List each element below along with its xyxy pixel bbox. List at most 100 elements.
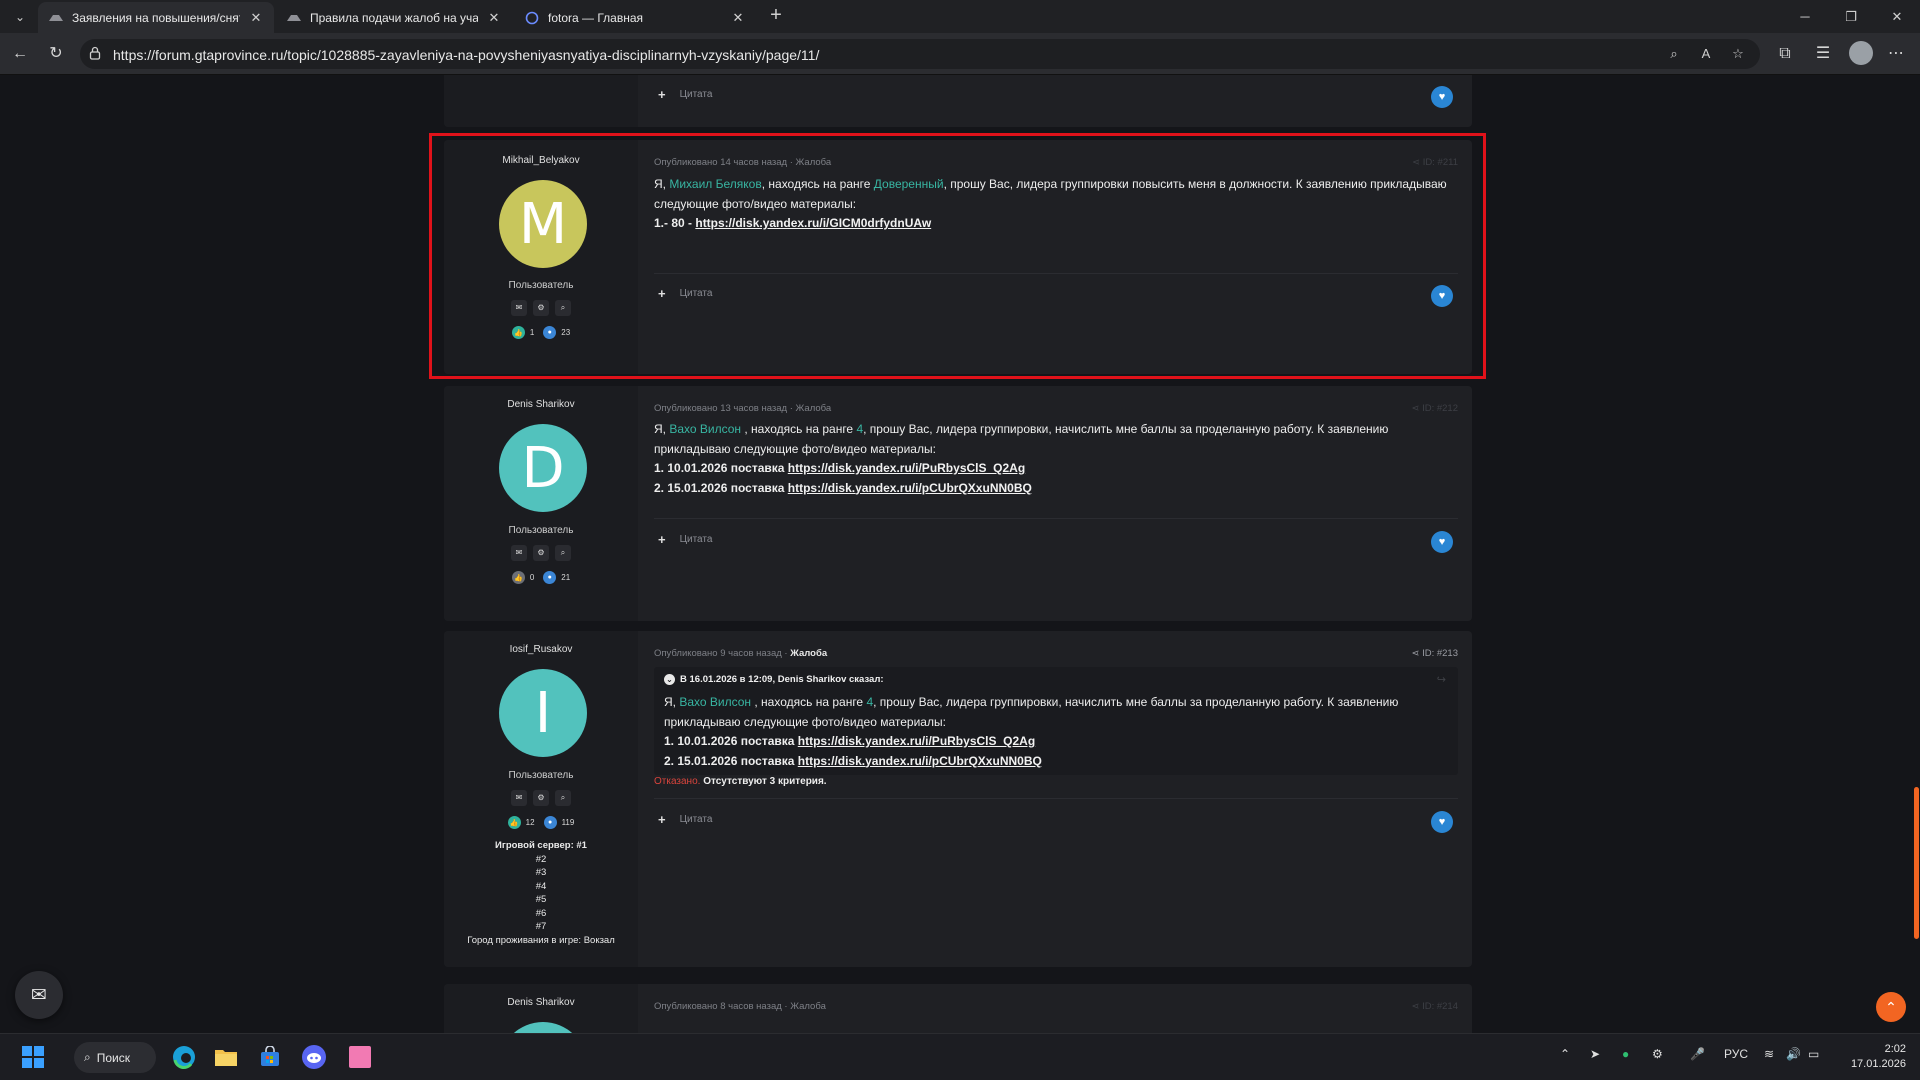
steam-icon[interactable]: ⚙ xyxy=(1652,1047,1663,1061)
telegram-icon[interactable]: ➤ xyxy=(1590,1047,1600,1061)
more-menu-icon[interactable]: ⋯ xyxy=(1884,42,1908,66)
post-date[interactable]: Опубликовано 8 часов назад xyxy=(654,1001,782,1012)
battery-icon[interactable]: ▭ xyxy=(1808,1047,1819,1061)
restore-icon[interactable]: ❐ xyxy=(1828,0,1874,33)
volume-icon[interactable]: 🔊 xyxy=(1786,1047,1801,1061)
store-icon[interactable] xyxy=(254,1041,286,1073)
read-aloud-icon[interactable]: A xyxy=(1697,45,1715,63)
post-date[interactable]: Опубликовано 14 часов назад xyxy=(654,157,787,168)
multiquote-plus-icon[interactable]: + xyxy=(658,812,666,827)
quote-collapse-icon[interactable]: ⌄ xyxy=(664,674,675,685)
tab-close-icon[interactable]: ✕ xyxy=(730,10,746,26)
post-id[interactable]: ⋖ ID: #213 xyxy=(1411,648,1458,659)
material-link[interactable]: https://disk.yandex.ru/i/pCUbrQXxuNN0BQ xyxy=(788,481,1032,495)
avatar[interactable] xyxy=(499,1022,587,1033)
minimize-icon[interactable]: ─ xyxy=(1782,0,1828,33)
settings-gear-icon[interactable]: ⚙ xyxy=(533,790,549,806)
posts-count: 21 xyxy=(561,573,571,582)
author-name[interactable]: Denis Sharikov xyxy=(444,399,638,410)
favorite-star-icon[interactable]: ☆ xyxy=(1729,45,1747,63)
tab-close-icon[interactable]: ✕ xyxy=(248,10,264,26)
close-window-icon[interactable]: ✕ xyxy=(1874,0,1920,33)
message-icon[interactable]: ✉ xyxy=(511,300,527,316)
author-name[interactable]: Mikhail_Belyakov xyxy=(444,155,638,166)
search-icon[interactable]: ⌕ xyxy=(555,300,571,316)
quote-button[interactable]: Цитата xyxy=(680,89,713,100)
server-number: #6 xyxy=(535,907,547,919)
quote-button[interactable]: Цитата xyxy=(680,814,713,825)
tab-close-icon[interactable]: ✕ xyxy=(486,10,502,26)
mention-name[interactable]: Вахо Вилсон xyxy=(679,695,751,709)
favorites-icon[interactable]: ☰ xyxy=(1811,42,1835,66)
avatar[interactable]: M xyxy=(499,180,587,268)
material-line: 1. 10.01.2026 поставка https://disk.yand… xyxy=(654,459,1458,479)
wifi-icon[interactable]: ≋ xyxy=(1764,1047,1774,1061)
multiquote-plus-icon[interactable]: + xyxy=(658,87,666,102)
tab-fotora[interactable]: fotora — Главная ✕ xyxy=(514,2,756,33)
file-explorer-icon[interactable] xyxy=(210,1041,242,1073)
new-tab-button[interactable]: + xyxy=(764,4,788,28)
extensions-icon[interactable]: ⧉ xyxy=(1773,42,1797,66)
message-icon[interactable]: ✉ xyxy=(511,545,527,561)
taskbar-search[interactable]: ⌕ Поиск xyxy=(74,1042,156,1073)
windows-start-icon[interactable] xyxy=(18,1041,48,1073)
back-arrow-icon[interactable]: ← xyxy=(8,42,32,66)
quote-share-icon[interactable]: ↪ xyxy=(1437,673,1446,686)
material-link[interactable]: https://disk.yandex.ru/i/PuRbysClS_Q2Ag xyxy=(788,461,1025,475)
quote-citation[interactable]: В 16.01.2026 в 12:09, Denis Sharikov ска… xyxy=(680,674,884,685)
multiquote-plus-icon[interactable]: + xyxy=(658,532,666,547)
microphone-icon[interactable]: 🎤 xyxy=(1690,1047,1705,1061)
clock[interactable]: 2:02 17.01.2026 xyxy=(1840,1042,1906,1072)
site-info-lock-icon[interactable] xyxy=(89,46,101,65)
mention-name[interactable]: Вахо Вилсон xyxy=(669,422,741,436)
profile-avatar[interactable] xyxy=(1849,41,1873,65)
tab-pravila[interactable]: Правила подачи жалоб на участ ✕ xyxy=(276,2,512,33)
messages-mail-icon[interactable]: ✉ xyxy=(15,971,63,1019)
post-id-text: ID: #211 xyxy=(1422,157,1458,168)
quote-button[interactable]: Цитата xyxy=(680,288,713,299)
pink-app-icon[interactable] xyxy=(344,1041,376,1073)
post-id-text: ID: #212 xyxy=(1422,403,1458,414)
tray-expand-icon[interactable]: ⌃ xyxy=(1560,1047,1570,1061)
discord-icon[interactable] xyxy=(298,1041,330,1073)
search-icon[interactable]: ⌕ xyxy=(555,545,571,561)
tab-zayavleniya[interactable]: Заявления на повышения/снятия ✕ xyxy=(38,2,274,33)
zoom-icon[interactable]: ⌕ xyxy=(1665,45,1683,63)
language-indicator[interactable]: РУС xyxy=(1724,1047,1748,1061)
material-link[interactable]: https://disk.yandex.ru/i/PuRbysClS_Q2Ag xyxy=(798,734,1035,748)
post-date[interactable]: Опубликовано 9 часов назад xyxy=(654,648,782,659)
settings-gear-icon[interactable]: ⚙ xyxy=(533,545,549,561)
material-link[interactable]: https://disk.yandex.ru/i/GICM0drfydnUAw xyxy=(695,216,931,230)
message-icon[interactable]: ✉ xyxy=(511,790,527,806)
quote-button[interactable]: Цитата xyxy=(680,534,713,545)
reload-icon[interactable]: ↻ xyxy=(44,42,68,66)
avatar[interactable]: I xyxy=(499,669,587,757)
material-link[interactable]: https://disk.yandex.ru/i/pCUbrQXxuNN0BQ xyxy=(798,754,1042,768)
like-heart-icon[interactable]: ♥ xyxy=(1431,86,1453,108)
like-heart-icon[interactable]: ♥ xyxy=(1431,285,1453,307)
author-name[interactable]: Iosif_Rusakov xyxy=(444,644,638,655)
tab-actions-chevron-icon[interactable]: ⌄ xyxy=(8,5,32,29)
user-actions: ✉ ⚙ ⌕ xyxy=(511,300,571,316)
settings-gear-icon[interactable]: ⚙ xyxy=(533,300,549,316)
scroll-to-top-icon[interactable]: ⌃ xyxy=(1876,992,1906,1022)
avatar[interactable]: D xyxy=(499,424,587,512)
like-heart-icon[interactable]: ♥ xyxy=(1431,531,1453,553)
post-id[interactable]: ⋖ ID: #214 xyxy=(1411,1001,1458,1012)
search-icon[interactable]: ⌕ xyxy=(555,790,571,806)
like-heart-icon[interactable]: ♥ xyxy=(1431,811,1453,833)
scrollbar-thumb[interactable] xyxy=(1914,787,1919,939)
address-bar[interactable]: https://forum.gtaprovince.ru/topic/10288… xyxy=(80,39,1760,69)
vpn-status-icon[interactable]: ● xyxy=(1622,1047,1629,1061)
multiquote-plus-icon[interactable]: + xyxy=(658,286,666,301)
url-text[interactable]: https://forum.gtaprovince.ru/topic/10288… xyxy=(113,47,819,63)
meta-separator: · xyxy=(781,1001,791,1012)
mention-name[interactable]: Михаил Беляков xyxy=(669,177,761,191)
edge-browser-icon[interactable] xyxy=(168,1041,200,1073)
material-prefix: 1. 10.01.2026 поставка xyxy=(654,461,788,475)
post-id[interactable]: ⋖ ID: #211 xyxy=(1412,157,1458,168)
author-sidebar: Denis Sharikov D Пользователь ✉ ⚙ ⌕ 👍 0 … xyxy=(444,386,638,621)
post-date[interactable]: Опубликовано 13 часов назад xyxy=(654,403,787,414)
author-name[interactable]: Denis Sharikov xyxy=(444,997,638,1008)
post-id[interactable]: ⋖ ID: #212 xyxy=(1411,403,1458,414)
